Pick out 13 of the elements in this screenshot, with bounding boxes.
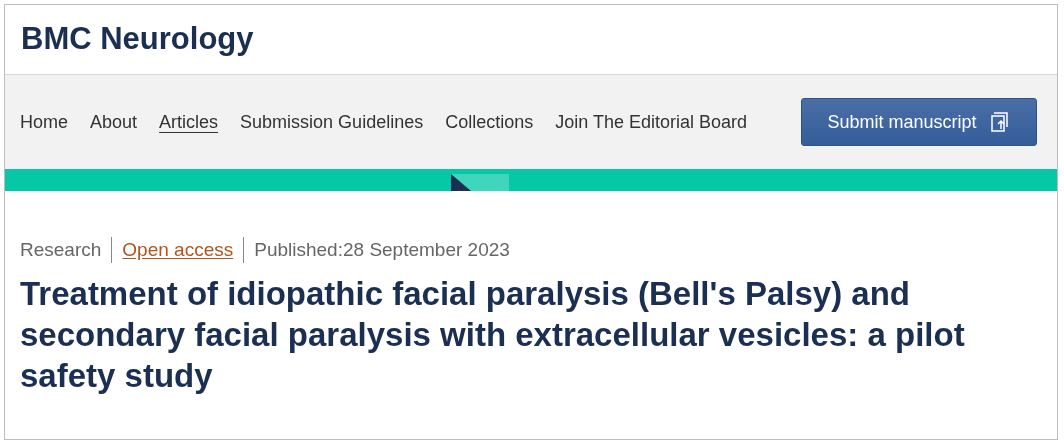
open-access-link[interactable]: Open access	[122, 236, 234, 265]
publish-date: Published:28 September 2023	[254, 238, 510, 262]
nav-link[interactable]: About	[90, 108, 138, 136]
article-title: Treatment of idiopathic facial paralysis (Bell's Palsy) and secondary facial paralysis with extracellular vesicles: a pilot safety study	[20, 273, 966, 396]
submit-manuscript-button[interactable]: Submit manuscript	[801, 98, 1037, 146]
nav-link[interactable]: Home	[20, 108, 68, 136]
nav-link[interactable]: Join The Editorial Board	[555, 108, 747, 136]
article-type: Research	[20, 238, 102, 262]
nav-link[interactable]: Submission Guidelines	[240, 108, 424, 136]
nav-link[interactable]: Collections	[445, 108, 534, 136]
upload-icon	[988, 111, 1011, 133]
journal-title[interactable]: BMC Neurology	[21, 16, 254, 63]
nav-link[interactable]: Articles	[159, 108, 219, 136]
